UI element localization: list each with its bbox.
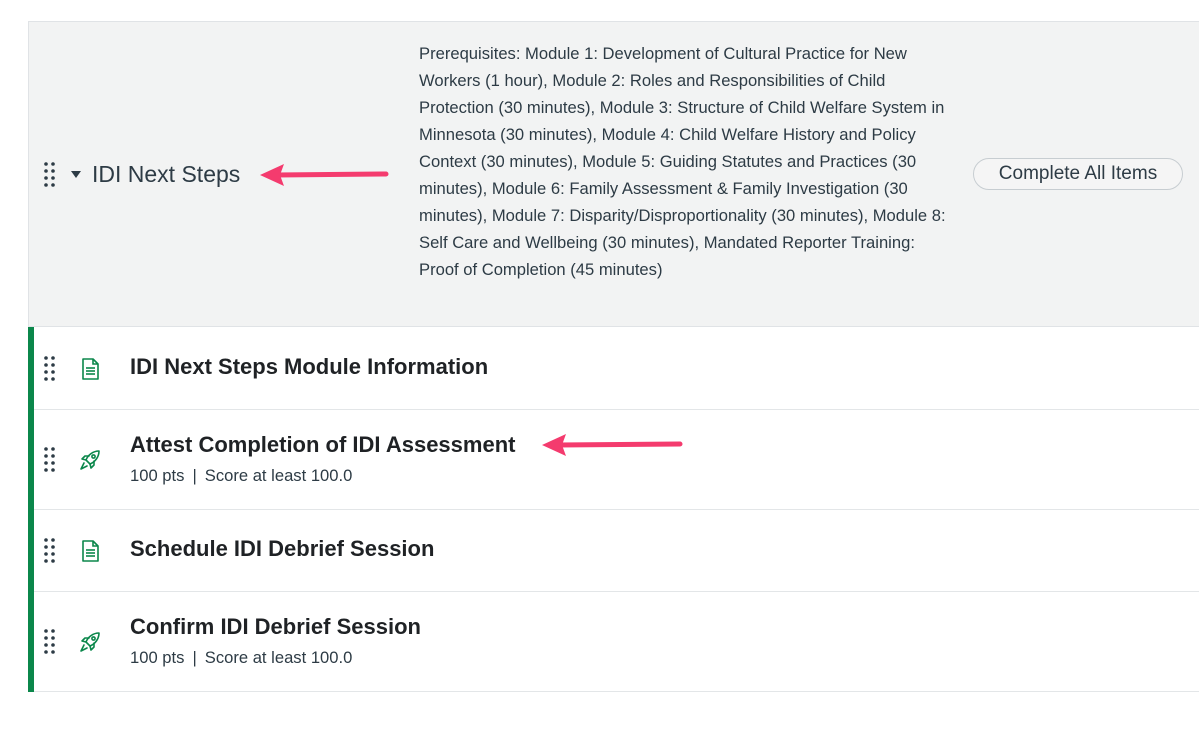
module-container: IDI Next Steps Prerequisites: Module 1: … (28, 21, 1199, 692)
list-item[interactable]: IDI Next Steps Module Information (34, 327, 1199, 410)
item-details: 100 pts | Score at least 100.0 (130, 647, 352, 669)
list-item[interactable]: Attest Completion of IDI Assessment 100 … (34, 410, 1199, 510)
requirement-text: Score at least 100.0 (204, 648, 353, 667)
module-header[interactable]: IDI Next Steps Prerequisites: Module 1: … (28, 21, 1199, 327)
item-title[interactable]: IDI Next Steps Module Information (130, 353, 488, 381)
collapse-caret-icon[interactable] (71, 171, 81, 178)
annotation-arrow-icon (542, 434, 683, 456)
drag-handle-icon[interactable] (44, 538, 56, 564)
page-icon (82, 358, 99, 380)
drag-handle-icon[interactable] (44, 447, 56, 473)
item-title[interactable]: Confirm IDI Debrief Session (130, 613, 421, 641)
separator: | (192, 466, 197, 485)
module-title[interactable]: IDI Next Steps (92, 159, 240, 189)
drag-handle-icon[interactable] (44, 356, 56, 382)
annotation-arrow-icon (260, 164, 389, 186)
quiz-rocket-icon (80, 450, 100, 470)
item-title[interactable]: Schedule IDI Debrief Session (130, 535, 434, 563)
complete-all-items-button[interactable]: Complete All Items (973, 158, 1183, 190)
separator: | (192, 648, 197, 667)
quiz-rocket-icon (80, 632, 100, 652)
points-value: 100 pts (130, 466, 185, 485)
points-value: 100 pts (130, 648, 185, 667)
requirement-text: Score at least 100.0 (204, 466, 353, 485)
drag-handle-icon[interactable] (44, 162, 56, 188)
list-item[interactable]: Confirm IDI Debrief Session 100 pts | Scor… (34, 592, 1199, 692)
drag-handle-icon[interactable] (44, 629, 56, 655)
prerequisites-text: Prerequisites: Module 1: Development of … (419, 44, 946, 279)
item-title[interactable]: Attest Completion of IDI Assessment (130, 431, 515, 459)
list-item[interactable]: Schedule IDI Debrief Session (34, 510, 1199, 592)
item-details: 100 pts | Score at least 100.0 (130, 465, 352, 487)
page-icon (82, 540, 99, 562)
module-items-list: IDI Next Steps Module Information Attest… (28, 327, 1199, 692)
